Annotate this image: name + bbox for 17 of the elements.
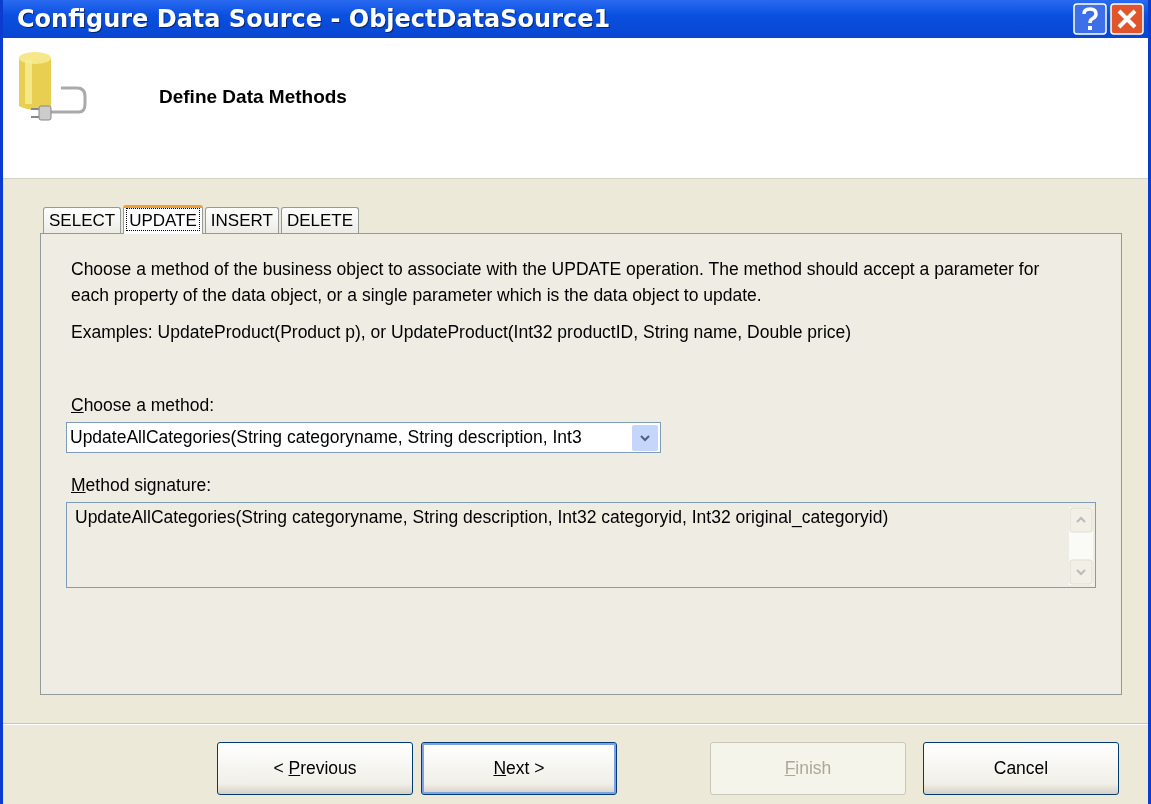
method-dropdown[interactable]: UpdateAllCategories(String categoryname, String description, Int3 (66, 422, 661, 453)
wizard-button[interactable]: < Previous (217, 742, 413, 795)
tab[interactable]: INSERT (204, 207, 279, 233)
tab[interactable]: DELETE (280, 207, 360, 233)
page-heading: Define Data Methods (159, 86, 347, 108)
signature-textbox[interactable]: UpdateAllCategories(String categoryname, String description, Int32 categoryid, Int32 original_categoryid) (66, 502, 1096, 588)
wizard-button[interactable]: Cancel (923, 742, 1119, 795)
description-text: Choose a method of the business object to associate with the UPDATE operation. The method should accept a parameter for each property of the data object, or a single parameter which is the data object to update. (71, 258, 1041, 307)
tab[interactable]: SELECT (43, 207, 122, 233)
field-label: Choose a method: (71, 395, 215, 416)
wizard-button[interactable]: Next > (421, 742, 617, 795)
tab[interactable]: UPDATE (123, 205, 203, 234)
help-icon[interactable] (1073, 3, 1107, 35)
examples-text: Examples: UpdateProduct(Product p), or UpdateProduct(Int32 productID, String name, Double price) (71, 322, 853, 343)
field-label: Method signature: (71, 475, 213, 496)
close-icon[interactable] (1110, 3, 1144, 35)
window-title: Configure Data Source - ObjectDataSource1 (17, 5, 612, 33)
